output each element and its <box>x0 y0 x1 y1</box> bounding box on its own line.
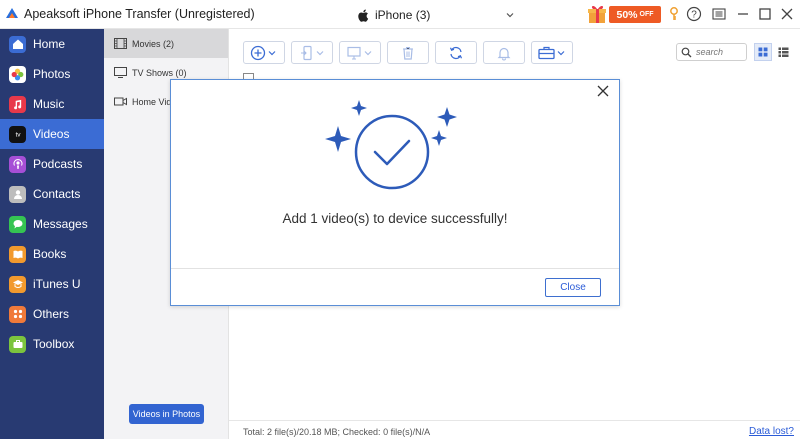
sidebar-item-podcasts[interactable]: Podcasts <box>0 149 104 179</box>
sidebar-item-videos[interactable]: tv Videos <box>0 119 104 149</box>
export-to-device-button[interactable] <box>291 41 333 64</box>
delete-button[interactable] <box>387 41 429 64</box>
sidebar-item-label: Videos <box>33 127 70 141</box>
dialog-divider <box>171 268 619 269</box>
videos-in-photos-button[interactable]: Videos in Photos <box>129 404 204 424</box>
contacts-icon <box>9 185 26 203</box>
bell-icon <box>497 47 511 60</box>
grid-view-icon <box>758 47 768 57</box>
device-name: iPhone (3) <box>375 8 431 22</box>
gift-icon <box>588 5 606 23</box>
tv-icon <box>114 67 127 78</box>
sidebar-item-label: Photos <box>33 67 71 81</box>
sidebar-item-label: Toolbox <box>33 337 75 351</box>
sidebar-item-label: Music <box>33 97 65 111</box>
messages-icon <box>9 215 26 233</box>
toolbox-button[interactable] <box>531 41 573 64</box>
toolbox-icon <box>9 335 26 353</box>
close-window-icon[interactable] <box>779 6 795 22</box>
subcategory-label: Movies (2) <box>132 38 175 49</box>
close-icon[interactable] <box>595 83 611 99</box>
others-icon <box>9 305 26 323</box>
sidebar-item-home[interactable]: Home <box>0 29 104 59</box>
maximize-icon[interactable] <box>757 6 773 22</box>
list-view-button[interactable] <box>774 43 792 61</box>
export-to-pc-button[interactable] <box>339 41 381 64</box>
promo-offer[interactable]: 50% OFF <box>586 3 663 25</box>
sidebar-item-label: Contacts <box>33 187 81 201</box>
success-dialog: Add 1 video(s) to device successfully! C… <box>170 79 620 306</box>
refresh-button[interactable] <box>435 41 477 64</box>
close-button[interactable]: Close <box>545 278 601 297</box>
subcategory-label: TV Shows (0) <box>132 67 187 78</box>
trash-icon <box>403 46 413 60</box>
success-message: Add 1 video(s) to device successfully! <box>282 211 508 226</box>
discount-suffix: OFF <box>639 11 654 18</box>
discount-value: 50% <box>616 8 638 21</box>
menu-icon[interactable] <box>711 6 727 22</box>
export-to-pc-icon <box>347 46 372 60</box>
sidebar-item-contacts[interactable]: Contacts <box>0 179 104 209</box>
music-icon <box>9 95 26 113</box>
success-check-icon <box>325 100 457 190</box>
sidebar-item-books[interactable]: Books <box>0 239 104 269</box>
photos-icon <box>9 65 26 83</box>
discount-badge: 50% OFF <box>609 6 661 23</box>
podcasts-icon <box>9 155 26 173</box>
export-to-device-icon <box>301 45 324 60</box>
grid-view-button[interactable] <box>754 43 772 61</box>
status-summary: Total: 2 file(s)/20.18 MB; Checked: 0 fi… <box>243 427 431 437</box>
add-icon <box>250 45 276 60</box>
sidebar-item-photos[interactable]: Photos <box>0 59 104 89</box>
sidebar-item-music[interactable]: Music <box>0 89 104 119</box>
subcategory-movies[interactable]: Movies (2) <box>104 29 228 58</box>
svg-text:?: ? <box>691 10 697 21</box>
sidebar-item-label: iTunes U <box>33 277 81 291</box>
device-selector[interactable]: iPhone (3) <box>358 6 518 24</box>
film-icon <box>114 38 127 49</box>
status-bar: Total: 2 file(s)/20.18 MB; Checked: 0 fi… <box>229 420 800 439</box>
home-icon <box>9 35 26 53</box>
app-logo-icon <box>6 8 18 18</box>
list-view-icon <box>778 47 788 57</box>
search-field[interactable] <box>676 43 747 61</box>
sidebar: Home Photos Music tv Videos Podcasts Con… <box>0 29 104 439</box>
chevron-down-icon <box>506 13 514 18</box>
itunes-u-icon <box>9 275 26 293</box>
search-icon <box>681 47 692 57</box>
sidebar-item-label: Messages <box>33 217 88 231</box>
sidebar-item-label: Books <box>33 247 67 261</box>
minimize-icon[interactable] <box>735 6 751 22</box>
apple-tv-icon: tv <box>9 125 26 143</box>
search-input[interactable] <box>696 45 742 59</box>
sidebar-item-toolbox[interactable]: Toolbox <box>0 329 104 359</box>
sidebar-item-label: Others <box>33 307 70 321</box>
help-icon[interactable]: ? <box>686 6 702 22</box>
data-lost-link[interactable]: Data lost? <box>749 426 794 437</box>
camera-icon <box>114 97 127 106</box>
svg-text:tv: tv <box>15 132 21 139</box>
sidebar-item-messages[interactable]: Messages <box>0 209 104 239</box>
sidebar-item-label: Podcasts <box>33 157 83 171</box>
sidebar-item-label: Home <box>33 37 66 51</box>
sidebar-item-itunes-u[interactable]: iTunes U <box>0 269 104 299</box>
apple-icon <box>358 9 369 22</box>
books-icon <box>9 245 26 263</box>
add-button[interactable] <box>243 41 285 64</box>
refresh-icon <box>449 46 463 59</box>
key-icon[interactable] <box>666 6 682 22</box>
toolbox-icon <box>538 46 565 59</box>
title-bar: Apeaksoft iPhone Transfer (Unregistered)… <box>0 0 800 29</box>
ringtone-button[interactable] <box>483 41 525 64</box>
app-title: Apeaksoft iPhone Transfer (Unregistered) <box>24 7 255 21</box>
sidebar-item-others[interactable]: Others <box>0 299 104 329</box>
